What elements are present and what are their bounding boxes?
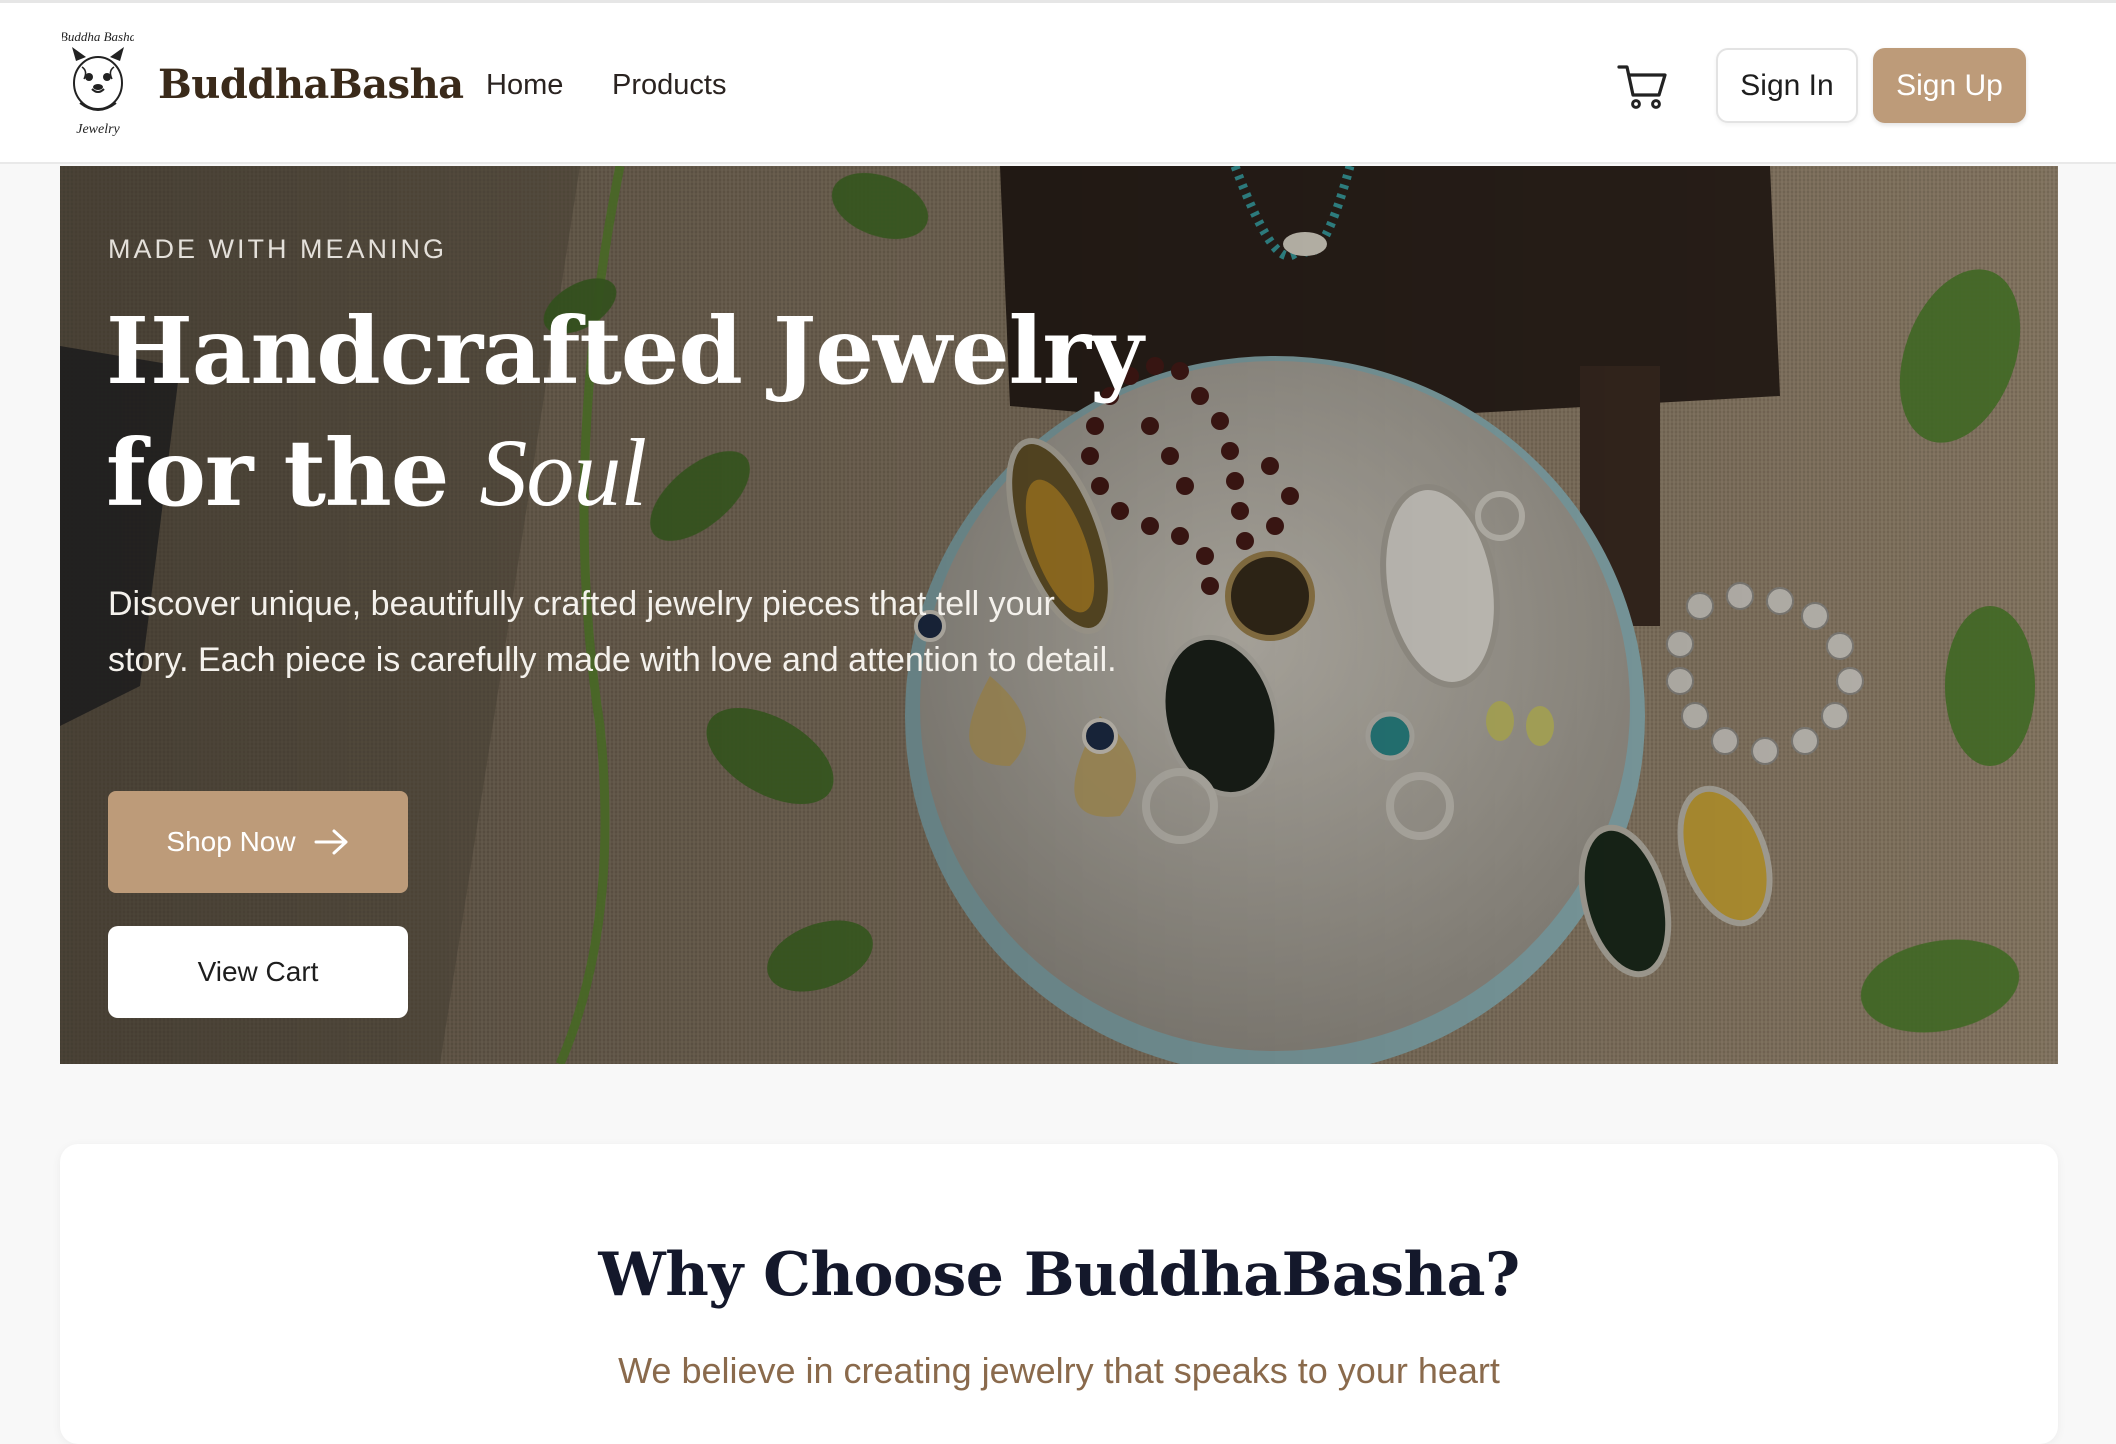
cart-button[interactable] [1616,61,1668,111]
why-choose-section: Why Choose BuddhaBasha? We believe in cr… [60,1144,2058,1444]
logo-text-top: Buddha Basha [62,29,134,44]
why-choose-subtitle: We believe in creating jewelry that spea… [618,1350,1500,1391]
site-header: Buddha Basha Jewelry BuddhaBasha Home Pr… [0,0,2116,164]
nav-home[interactable]: Home [486,69,563,102]
hero-description: Discover unique, beautifully crafted jew… [108,585,1117,679]
bulldog-logo-icon: Buddha Basha Jewelry [60,29,137,137]
sign-up-button[interactable]: Sign Up [1873,48,2026,123]
brand-name[interactable]: BuddhaBasha [158,61,464,108]
sign-in-button[interactable]: Sign In [1716,48,1858,123]
shop-now-button[interactable]: Shop Now [108,791,408,893]
why-choose-title: Why Choose BuddhaBasha? [598,1240,1520,1310]
hero-banner: MADE WITH MEANING Handcrafted Jewelry fo… [60,166,2058,1064]
hero-title-line2: for the Soul [106,412,1206,534]
nav-products[interactable]: Products [612,69,726,102]
hero-title: Handcrafted Jewelry for the Soul [106,290,1206,534]
shop-now-label: Shop Now [166,826,296,857]
hero-title-line1: Handcrafted Jewelry [106,297,1143,405]
shopping-cart-icon [1617,65,1667,109]
logo[interactable]: Buddha Basha Jewelry [60,27,137,143]
arrow-right-icon [314,829,348,855]
logo-text-bottom: Jewelry [76,122,120,137]
hero-eyebrow: MADE WITH MEANING [108,234,447,264]
hero-title-accent: Soul [479,419,647,526]
hero-title-line2-prefix: for the [106,419,480,527]
view-cart-button[interactable]: View Cart [108,926,408,1018]
